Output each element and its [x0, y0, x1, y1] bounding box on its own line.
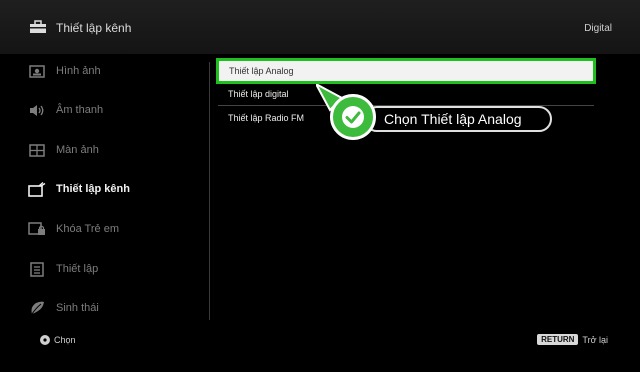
- toolbox-icon: [29, 20, 47, 39]
- sidebar-item-label: Hình ảnh: [56, 65, 101, 77]
- sidebar-item-label: Thiết lập kênh: [56, 183, 130, 195]
- sidebar-item-eco[interactable]: Sinh thái: [28, 295, 198, 321]
- sidebar-item-label: Khóa Trẻ em: [56, 223, 119, 235]
- menu-item-analog-setup[interactable]: Thiết lập Analog: [216, 58, 596, 84]
- return-hint: RETURN Trở lại: [537, 334, 608, 345]
- return-key-badge: RETURN: [537, 334, 579, 345]
- back-hint-label: Trở lại: [582, 334, 608, 345]
- speaker-icon: [28, 102, 46, 118]
- menu-item-label: Thiết lập Radio FM: [228, 113, 305, 123]
- callout-text: Chọn Thiết lập Analog: [384, 111, 522, 127]
- select-hint: Chọn: [40, 335, 76, 345]
- check-icon: [330, 94, 376, 140]
- footer-bar: Chọn RETURN Trở lại: [0, 322, 640, 372]
- picture-icon: [28, 63, 46, 79]
- sidebar-item-settings[interactable]: Thiết lập: [28, 256, 198, 282]
- parental-lock-icon: [28, 221, 46, 237]
- menu-item-digital-setup[interactable]: Thiết lập digital: [218, 83, 594, 105]
- page-title: Thiết lập kênh: [56, 21, 132, 35]
- screen-icon: [28, 142, 46, 158]
- channel-setup-icon: [28, 181, 46, 197]
- menu-item-label: Thiết lập digital: [228, 89, 289, 99]
- sidebar-item-label: Thiết lập: [56, 263, 99, 275]
- sidebar-item-label: Sinh thái: [56, 302, 99, 314]
- sidebar-item-label: Âm thanh: [56, 104, 104, 116]
- sidebar-item-picture[interactable]: Hình ảnh: [28, 58, 198, 84]
- sidebar: Hình ảnh Âm thanh Màn ảnh Thiết lập kênh…: [0, 54, 210, 322]
- sidebar-item-channel-setup[interactable]: Thiết lập kênh: [28, 176, 198, 202]
- sidebar-item-screen[interactable]: Màn ảnh: [28, 137, 198, 163]
- select-hint-label: Chọn: [54, 335, 76, 345]
- broadcast-mode-label: Digital: [584, 23, 612, 34]
- header-bar: Thiết lập kênh Digital: [0, 0, 640, 54]
- sidebar-item-label: Màn ảnh: [56, 144, 99, 156]
- sidebar-item-sound[interactable]: Âm thanh: [28, 97, 198, 123]
- sidebar-divider: [209, 62, 210, 320]
- dpad-icon: [40, 335, 50, 345]
- eco-icon: [28, 300, 46, 316]
- callout-bubble: Chọn Thiết lập Analog: [364, 106, 552, 132]
- sidebar-item-parental-lock[interactable]: Khóa Trẻ em: [28, 216, 198, 242]
- settings-icon: [28, 261, 46, 277]
- menu-item-label: Thiết lập Analog: [229, 66, 294, 76]
